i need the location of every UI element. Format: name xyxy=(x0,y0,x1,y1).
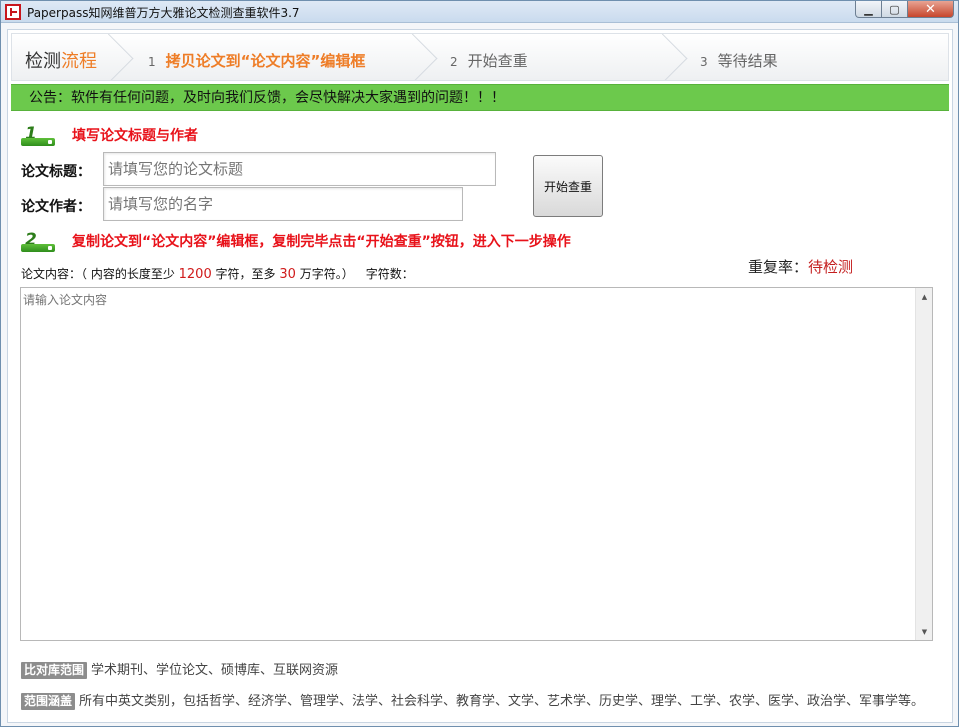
main-panel: 检测流程 1 拷贝论文到“论文内容”编辑框 2 开始查重 3 等待结果 公告：软件有任… xyxy=(7,29,953,723)
process-steps-bar: 检测流程 1 拷贝论文到“论文内容”编辑框 2 开始查重 3 等待结果 xyxy=(11,33,949,81)
minimize-button[interactable]: ▁ xyxy=(855,1,882,18)
process-title-plain: 检测 xyxy=(25,51,61,72)
app-logo-icon xyxy=(5,4,21,20)
section-title-author-heading: 填写论文标题与作者 xyxy=(72,128,198,144)
step-2: 2 开始查重 xyxy=(450,50,528,71)
step-separator-icon xyxy=(412,34,448,80)
announcement-banner: 公告：软件有任何问题，及时向我们反馈，会尽快解决大家遇到的问题！！！ xyxy=(11,84,949,111)
maximize-button[interactable]: ▢ xyxy=(882,1,908,18)
paper-content-textarea[interactable] xyxy=(21,288,916,640)
step-1-number: 1 xyxy=(148,55,156,69)
step-1-label: 拷贝论文到“论文内容”编辑框 xyxy=(165,52,366,70)
compare-library-tag: 比对库范围 xyxy=(21,662,88,679)
scroll-up-arrow-icon[interactable]: ▲ xyxy=(916,288,933,305)
content-length-hint: 论文内容：（ 内容的长度至少 1200 字符，至多 30 万字符。） 字符数： xyxy=(21,265,414,282)
duplicate-rate-label: 重复率： xyxy=(748,258,809,276)
paper-title-input[interactable] xyxy=(103,152,496,186)
paper-author-label: 论文作者： xyxy=(21,199,91,215)
step-2-number: 2 xyxy=(450,55,458,69)
scope-tag: 范围涵盖 xyxy=(21,693,76,710)
scroll-down-arrow-icon[interactable]: ▼ xyxy=(916,623,933,640)
step-3-label: 等待结果 xyxy=(717,52,778,70)
window-title: Paperpass知网维普万方大雅论文检测查重软件3.7 xyxy=(27,6,300,20)
step-two-badge-bar xyxy=(21,244,55,252)
step-3: 3 等待结果 xyxy=(700,50,778,71)
step-separator-icon xyxy=(662,34,698,80)
paper-title-label: 论文标题： xyxy=(21,164,91,180)
content-hint-suffix: 万字符。） xyxy=(295,267,354,281)
process-title: 检测流程 xyxy=(25,47,97,73)
content-min-length: 1200 xyxy=(178,267,212,282)
paper-author-input[interactable] xyxy=(103,187,463,221)
step-1: 1 拷贝论文到“论文内容”编辑框 xyxy=(148,50,365,71)
compare-library-text: 学术期刊、学位论文、硕博库、互联网资源 xyxy=(91,663,339,678)
window-controls: ▁ ▢ ✕ xyxy=(855,1,954,19)
step-3-number: 3 xyxy=(700,55,708,69)
content-hint-prefix: 论文内容：（ 内容的长度至少 xyxy=(21,267,179,281)
duplicate-rate: 重复率：待检测 xyxy=(748,256,853,277)
content-hint-middle: 字符，至多 xyxy=(211,267,280,281)
section-paste-content-heading: 复制论文到“论文内容”编辑框，复制完毕点击“开始查重”按钮，进入下一步操作 xyxy=(72,234,571,250)
step-one-badge-bar xyxy=(21,138,55,146)
content-scrollbar[interactable]: ▲ ▼ xyxy=(915,288,932,640)
duplicate-rate-value: 待检测 xyxy=(808,258,854,276)
step-one-badge-icon: 1 xyxy=(21,124,57,146)
step-two-badge-icon: 2 xyxy=(21,230,57,252)
scope-row: 范围涵盖 所有中英文类别，包括哲学、经济学、管理学、法学、社会科学、教育学、文学、… xyxy=(21,690,924,710)
content-max-length: 30 xyxy=(279,267,296,282)
paper-content-box: ▲ ▼ xyxy=(20,287,933,641)
scope-text: 所有中英文类别，包括哲学、经济学、管理学、法学、社会科学、教育学、文学、艺术学、… xyxy=(79,694,925,709)
start-check-button[interactable]: 开始查重 xyxy=(533,155,603,217)
step-separator-icon xyxy=(108,34,144,80)
title-bar[interactable]: Paperpass知网维普万方大雅论文检测查重软件3.7 ▁ ▢ ✕ xyxy=(1,1,958,23)
char-count-label: 字符数： xyxy=(365,267,414,281)
step-2-label: 开始查重 xyxy=(467,52,528,70)
close-button[interactable]: ✕ xyxy=(908,1,954,18)
compare-library-row: 比对库范围 学术期刊、学位论文、硕博库、互联网资源 xyxy=(21,659,338,679)
app-window: Paperpass知网维普万方大雅论文检测查重软件3.7 ▁ ▢ ✕ 检测流程 … xyxy=(0,0,959,727)
process-title-accent: 流程 xyxy=(61,51,97,72)
